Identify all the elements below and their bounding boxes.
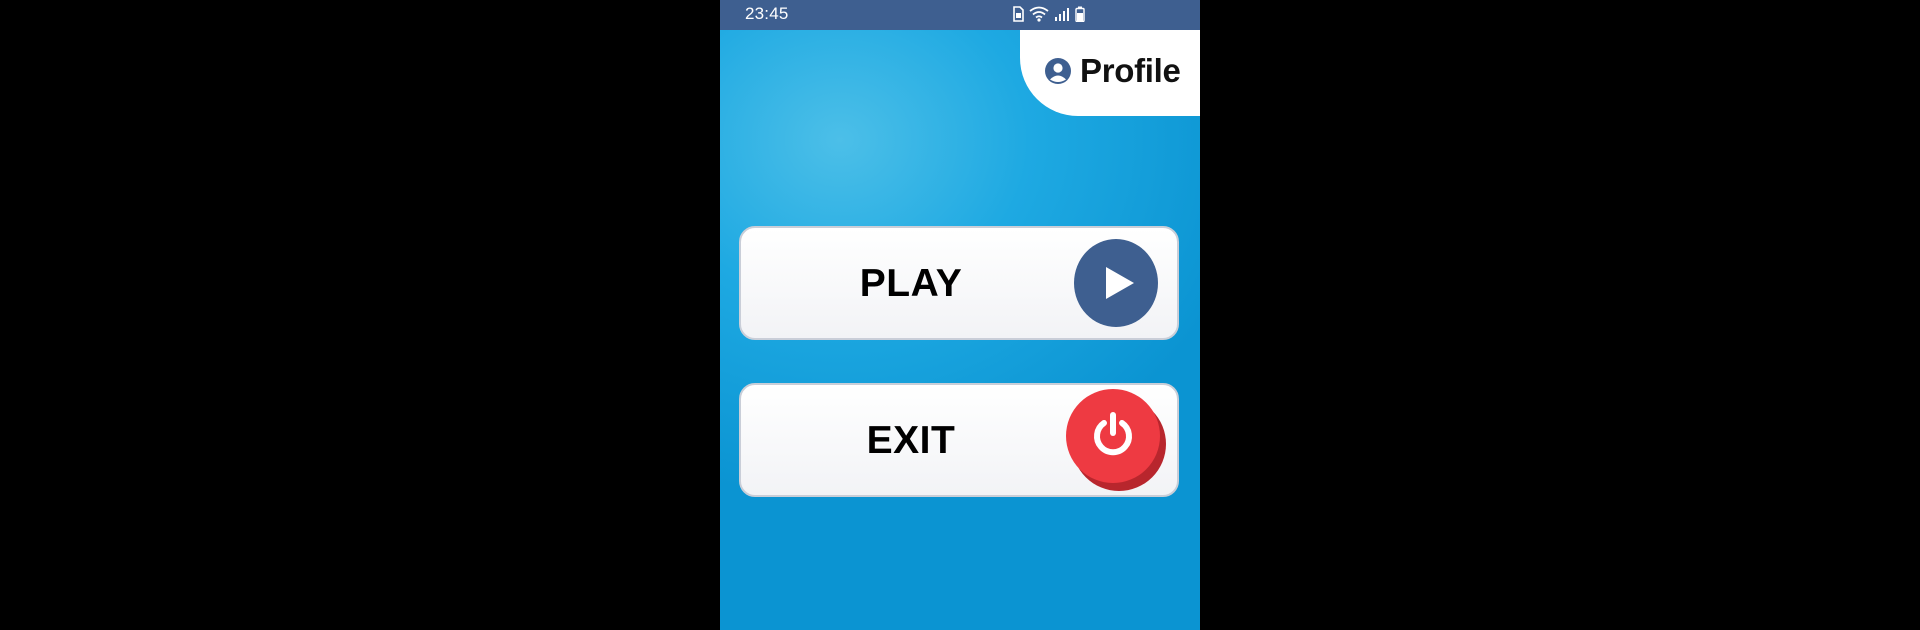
play-label: PLAY: [859, 262, 963, 305]
status-icons: [1012, 4, 1085, 24]
user-circle-icon: [1044, 57, 1072, 85]
signal-icon: [1054, 6, 1070, 22]
play-button[interactable]: PLAY: [739, 226, 1179, 340]
wifi-icon: [1029, 6, 1049, 22]
exit-button[interactable]: EXIT: [739, 383, 1179, 497]
play-icon: [1074, 239, 1158, 327]
profile-label: Profile: [1080, 52, 1181, 89]
letterbox-background: 23:45 Profile PLAY EXIT: [0, 0, 1920, 630]
status-bar: 23:45: [720, 0, 1200, 30]
profile-button[interactable]: Profile: [1020, 30, 1200, 116]
sim-icon: [1012, 6, 1024, 22]
power-icon: [1066, 389, 1168, 491]
battery-icon: [1075, 6, 1085, 22]
app-screen: 23:45 Profile PLAY EXIT: [720, 0, 1200, 630]
exit-label: EXIT: [866, 419, 956, 462]
status-time: 23:45: [745, 4, 789, 23]
